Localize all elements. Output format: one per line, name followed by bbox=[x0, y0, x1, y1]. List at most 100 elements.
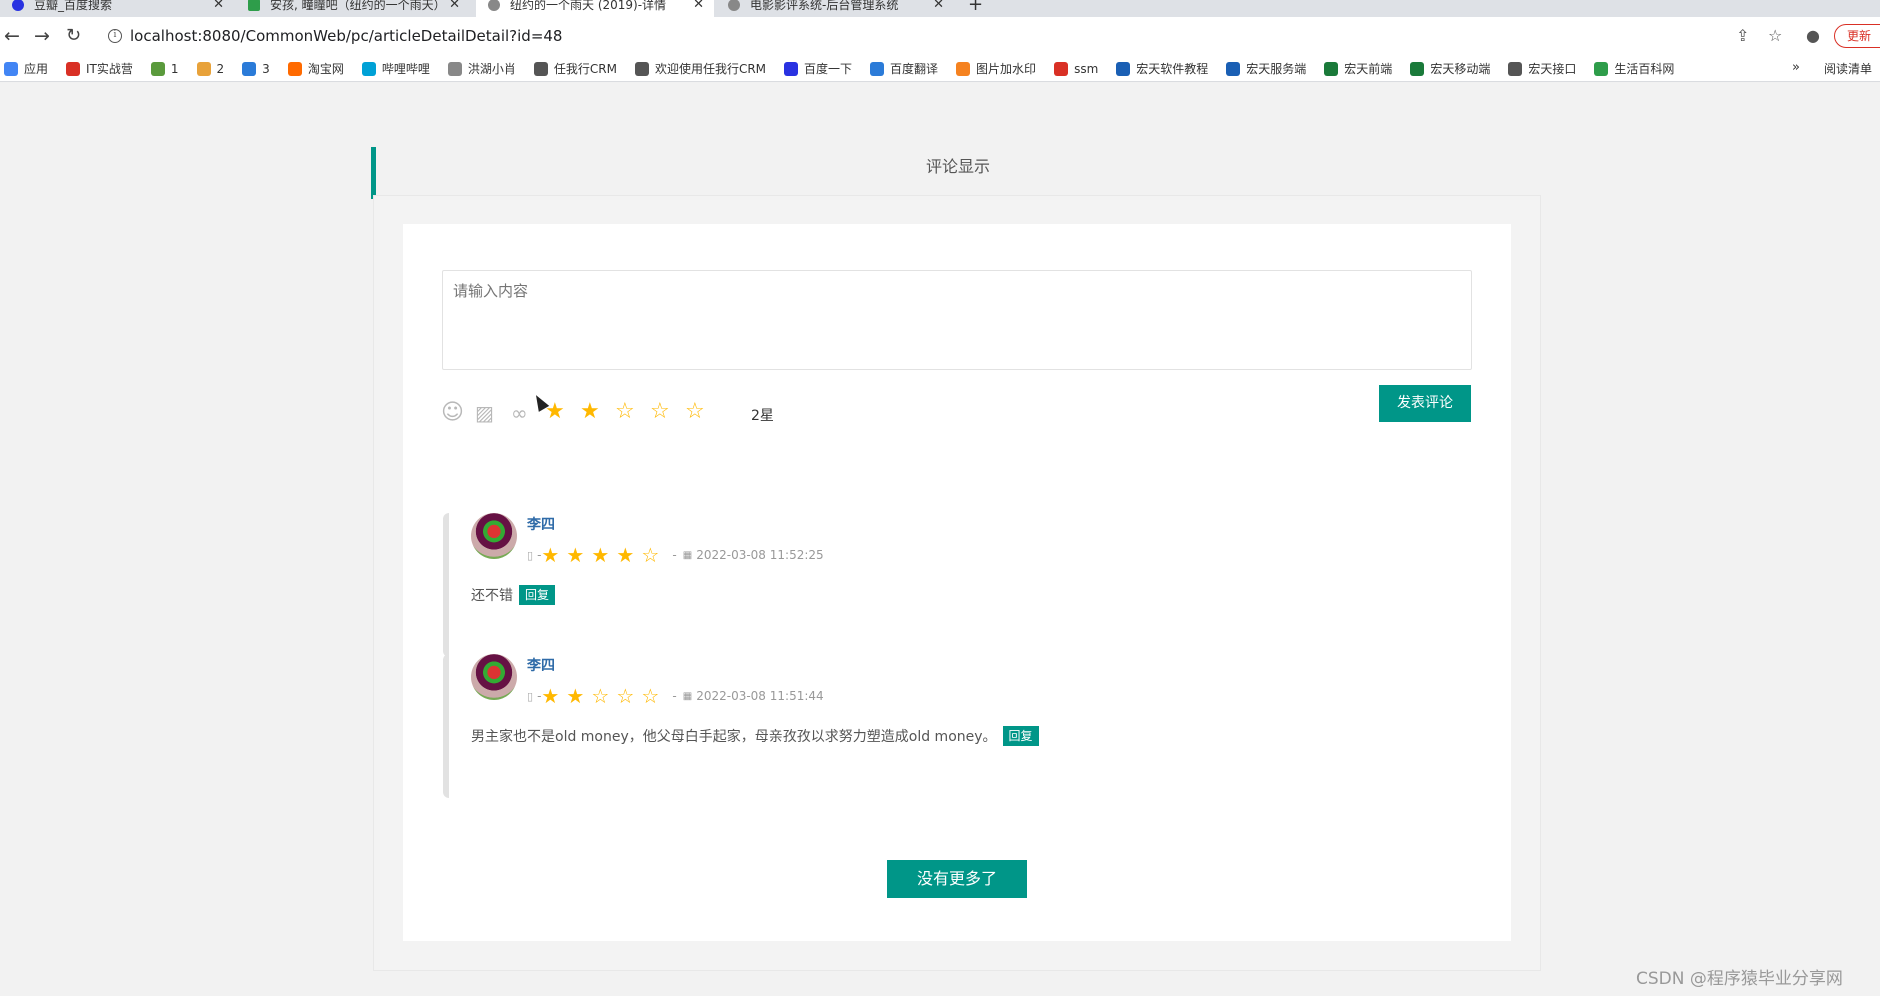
tab-movie-detail[interactable]: 纽约的一个雨天 (2019)-详情 ✕ bbox=[476, 0, 714, 17]
bookmark-icon bbox=[1594, 61, 1609, 76]
comment-timestamp: 2022-03-08 11:52:25 bbox=[696, 548, 824, 562]
close-icon[interactable]: ✕ bbox=[449, 0, 460, 12]
star-filled-icon: ★ bbox=[541, 543, 560, 567]
star-empty-icon[interactable]: ☆ bbox=[650, 400, 685, 424]
comment-timestamp: 2022-03-08 11:51:44 bbox=[696, 689, 824, 703]
star-filled-icon: ★ bbox=[541, 684, 560, 708]
image-icon[interactable]: ▨ bbox=[475, 401, 494, 425]
info-icon[interactable]: i bbox=[108, 29, 122, 43]
forward-arrow-icon[interactable]: → bbox=[34, 26, 50, 46]
star-filled-icon: ★ bbox=[566, 543, 585, 567]
bookmark-item[interactable]: 宏天接口 bbox=[1508, 60, 1576, 77]
bookmark-label: 宏天服务端 bbox=[1246, 62, 1307, 76]
bookmark-label: 宏天前端 bbox=[1344, 62, 1393, 76]
bookmark-item[interactable]: ssm bbox=[1054, 61, 1099, 76]
bookmark-icon bbox=[1324, 61, 1339, 76]
comment-meta: ▯ - ★ ★ ☆ ☆ ☆ - ▦ 2022-03-08 11:51:44 bbox=[527, 686, 824, 706]
bookmark-item[interactable]: 欢迎使用任我行CRM bbox=[634, 60, 766, 77]
bookmark-item[interactable]: 宏天移动端 bbox=[1410, 60, 1490, 77]
tab-tieba[interactable]: 安孩, 疃瞳吧（纽约的一个雨天） ✕ bbox=[236, 0, 470, 17]
bookmark-item[interactable]: IT实战营 bbox=[66, 60, 133, 77]
comment-item: 李四 ▯ - ★ ★ ★ ★ ☆ - ▦ 2022-03-08 11:52:25 还不错… bbox=[443, 513, 1443, 663]
bookmark-label: 宏天软件教程 bbox=[1136, 62, 1209, 76]
tab-title: 纽约的一个雨天 (2019)-详情 bbox=[510, 0, 667, 12]
star-empty-icon[interactable]: ☆ bbox=[685, 400, 720, 424]
reload-icon[interactable]: ↻ bbox=[66, 26, 81, 46]
bookmark-item[interactable]: 3 bbox=[242, 61, 270, 76]
bookmark-item[interactable]: 百度一下 bbox=[784, 60, 852, 77]
bookmark-item[interactable]: 宏天服务端 bbox=[1226, 60, 1306, 77]
bookmark-item[interactable]: 图片加水印 bbox=[956, 60, 1036, 77]
bookmark-icon bbox=[533, 61, 548, 76]
page-body: 评论显示 ☺ ▨ ∞ ★★☆☆☆ 2星 发表评论 李四 ▯ - ★★★★☆ - … bbox=[0, 83, 1880, 996]
quote-bar bbox=[443, 654, 449, 798]
back-arrow-icon[interactable]: ← bbox=[4, 26, 20, 46]
bookmark-item[interactable]: 1 bbox=[150, 61, 179, 76]
comment-input[interactable] bbox=[442, 270, 1472, 370]
bookmark-label: 应用 bbox=[24, 62, 49, 76]
close-icon[interactable]: ✕ bbox=[693, 0, 704, 12]
close-icon[interactable]: ✕ bbox=[933, 0, 944, 12]
bookmark-icon bbox=[634, 61, 649, 76]
bookmark-item[interactable]: 生活百科网 bbox=[1594, 60, 1674, 77]
rating-stars[interactable]: ★ ★ ☆ ☆ ☆ bbox=[545, 400, 720, 424]
submit-comment-button[interactable]: 发表评论 bbox=[1379, 385, 1471, 422]
star-empty-icon: ☆ bbox=[641, 543, 660, 567]
bookmark-item[interactable]: 2 bbox=[196, 61, 225, 76]
star-filled-icon[interactable]: ★ bbox=[545, 400, 580, 424]
new-tab-button[interactable]: + bbox=[968, 0, 983, 15]
device-icon: ▯ bbox=[527, 548, 534, 562]
bookmark-icon bbox=[870, 61, 885, 76]
profile-icon[interactable]: ● bbox=[1806, 26, 1820, 45]
bookmark-item[interactable]: 淘宝网 bbox=[287, 60, 344, 77]
calendar-icon: ▦ bbox=[682, 690, 693, 702]
bookmarks-more-button[interactable]: » bbox=[1792, 60, 1800, 75]
bookmark-icon bbox=[956, 61, 971, 76]
device-icon: ▯ bbox=[527, 689, 534, 703]
reading-list-button[interactable]: 阅读清单 bbox=[1824, 60, 1872, 77]
bookmark-icon bbox=[447, 61, 462, 76]
bookmark-item[interactable]: 宏天前端 bbox=[1324, 60, 1392, 77]
bookmark-item[interactable]: 百度翻译 bbox=[870, 60, 938, 77]
bookmark-item[interactable]: 洪湖小肖 bbox=[447, 60, 516, 77]
address-bar[interactable]: i localhost:8080/CommonWeb/pc/articleDet… bbox=[98, 23, 1758, 49]
close-icon[interactable]: ✕ bbox=[213, 0, 224, 12]
reply-button[interactable]: 回复 bbox=[519, 585, 556, 605]
doc-icon bbox=[248, 0, 260, 11]
bookmark-label: 任我行CRM bbox=[553, 62, 617, 76]
bookmark-star-icon[interactable]: ☆ bbox=[1768, 26, 1782, 45]
bookmark-label: 淘宝网 bbox=[307, 62, 344, 76]
section-title: 评论显示 bbox=[925, 157, 990, 176]
tab-title: 电影影评系统-后台管理系统 bbox=[750, 0, 899, 12]
link-icon[interactable]: ∞ bbox=[511, 401, 528, 425]
bookmark-label: 宏天接口 bbox=[1528, 62, 1577, 76]
bookmark-item[interactable]: 哔哩哔哩 bbox=[361, 60, 430, 77]
bookmark-icon bbox=[150, 61, 165, 76]
globe-icon bbox=[488, 0, 500, 11]
meta-separator: - bbox=[672, 548, 677, 562]
bookmark-item[interactable]: 任我行CRM bbox=[533, 60, 617, 77]
comment-author[interactable]: 李四 bbox=[527, 514, 555, 534]
bookmark-label: IT实战营 bbox=[86, 62, 133, 76]
browser-toolbar: ← → ↻ i localhost:8080/CommonWeb/pc/arti… bbox=[0, 17, 1880, 56]
update-button[interactable]: 更新 bbox=[1834, 24, 1880, 48]
comment-rating: ★ ★ ☆ ☆ ☆ bbox=[541, 686, 666, 706]
bookmark-icon bbox=[1508, 61, 1523, 76]
bookmark-label: ssm bbox=[1074, 61, 1099, 76]
tab-baidu-search[interactable]: 豆瓣_百度搜索 ✕ bbox=[0, 0, 234, 17]
smile-icon[interactable]: ☺ bbox=[441, 401, 464, 425]
star-empty-icon: ☆ bbox=[641, 684, 660, 708]
star-filled-icon[interactable]: ★ bbox=[580, 400, 615, 424]
star-filled-icon: ★ bbox=[591, 543, 610, 567]
comment-author[interactable]: 李四 bbox=[527, 655, 555, 675]
star-empty-icon[interactable]: ☆ bbox=[615, 400, 650, 424]
bookmark-label: 2 bbox=[216, 61, 225, 76]
quote-bar bbox=[443, 513, 449, 657]
reply-button[interactable]: 回复 bbox=[1002, 726, 1039, 746]
share-icon[interactable]: ⇪ bbox=[1736, 26, 1749, 45]
bookmark-item[interactable]: 应用 bbox=[4, 60, 48, 77]
tab-admin[interactable]: 电影影评系统-后台管理系统 ✕ bbox=[716, 0, 954, 17]
bookmark-icon bbox=[361, 61, 376, 76]
bookmark-item[interactable]: 宏天软件教程 bbox=[1116, 60, 1208, 77]
no-more-button[interactable]: 没有更多了 bbox=[887, 860, 1027, 898]
